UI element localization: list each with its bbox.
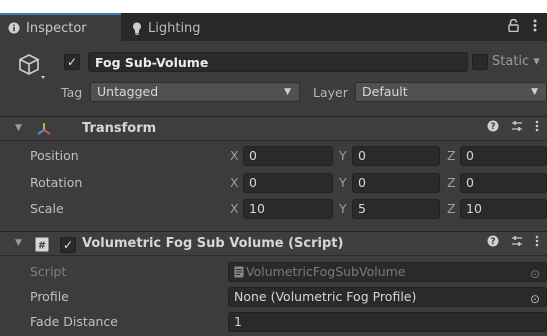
help-icon[interactable]: ? <box>487 235 499 250</box>
position-y-field[interactable]: 0 <box>352 146 440 166</box>
axis-x-label[interactable]: X <box>230 175 239 190</box>
inspector-panel: ✓ Fog Sub-Volume Static ▾ Tag Untagged ▼… <box>0 41 547 336</box>
script-component-header[interactable]: ▼ # ✓ Volumetric Fog Sub Volume (Script)… <box>0 231 547 256</box>
position-z-field[interactable]: 0 <box>460 146 547 166</box>
position-x-field[interactable]: 0 <box>243 146 333 166</box>
fade-distance-label: Fade Distance <box>30 314 118 329</box>
tab-inspector[interactable]: Inspector <box>0 13 121 41</box>
axis-y-label[interactable]: Y <box>339 175 347 190</box>
tab-inspector-label: Inspector <box>26 20 87 36</box>
scale-row: Scale X 10 Y 5 Z 10 <box>0 197 547 221</box>
foldout-arrow-icon[interactable]: ▼ <box>15 123 22 133</box>
tab-bar: Inspector Lighting <box>0 13 547 41</box>
static-dropdown[interactable]: Static ▾ <box>492 54 540 69</box>
tag-label: Tag <box>61 85 83 100</box>
script-file-icon: # <box>35 237 49 255</box>
layer-value: Default <box>362 84 408 99</box>
layer-dropdown[interactable]: Default ▼ <box>355 82 547 102</box>
script-label: Script <box>30 264 67 279</box>
transform-title: Transform <box>82 121 157 136</box>
fade-distance-field[interactable]: 1 <box>228 312 547 332</box>
chevron-down-icon: ▼ <box>284 87 291 97</box>
scale-y-field[interactable]: 5 <box>352 199 440 219</box>
chevron-down-icon: ▼ <box>531 87 538 97</box>
object-picker-icon[interactable]: ⊙ <box>530 265 540 283</box>
script-row: Script VolumetricFogSubVolume ⊙ <box>0 260 547 284</box>
static-label: Static <box>492 54 530 69</box>
transform-header[interactable]: ▼ Transform ? <box>0 116 547 141</box>
svg-text:?: ? <box>490 122 495 132</box>
tag-value: Untagged <box>97 84 159 99</box>
profile-object-field[interactable]: None (Volumetric Fog Profile) ⊙ <box>228 287 547 307</box>
help-icon[interactable]: ? <box>487 120 499 135</box>
axis-z-label[interactable]: Z <box>447 148 456 163</box>
gameobject-name-input[interactable]: Fog Sub-Volume <box>88 52 468 72</box>
rotation-label: Rotation <box>30 175 83 190</box>
component-enabled-checkbox[interactable]: ✓ <box>60 237 76 253</box>
info-icon <box>8 22 20 34</box>
script-value: VolumetricFogSubVolume <box>246 264 406 279</box>
gameobject-header: ✓ Fog Sub-Volume Static ▾ Tag Untagged ▼… <box>0 41 547 116</box>
script-object-field[interactable]: VolumetricFogSubVolume ⊙ <box>228 262 547 282</box>
svg-text:?: ? <box>490 237 495 247</box>
object-picker-icon[interactable]: ⊙ <box>530 290 540 308</box>
axis-x-label[interactable]: X <box>230 148 239 163</box>
profile-row: Profile None (Volumetric Fog Profile) ⊙ <box>0 285 547 309</box>
script-component-title: Volumetric Fog Sub Volume (Script) <box>82 236 344 251</box>
rotation-row: Rotation X 0 Y 0 Z 0 <box>0 171 547 195</box>
gameobject-cube-icon[interactable] <box>17 52 47 83</box>
scale-label: Scale <box>30 201 64 216</box>
profile-label: Profile <box>30 289 69 304</box>
scale-x-field[interactable]: 10 <box>243 199 333 219</box>
position-row: Position X 0 Y 0 Z 0 <box>0 144 547 168</box>
profile-value: None (Volumetric Fog Profile) <box>234 289 417 304</box>
rotation-y-field[interactable]: 0 <box>352 173 440 193</box>
axis-x-label[interactable]: X <box>230 201 239 216</box>
static-checkbox[interactable] <box>472 54 488 70</box>
rotation-x-field[interactable]: 0 <box>243 173 333 193</box>
rotation-z-field[interactable]: 0 <box>460 173 547 193</box>
position-label: Position <box>30 148 79 163</box>
layer-label: Layer <box>313 85 348 100</box>
axis-z-label[interactable]: Z <box>447 201 456 216</box>
foldout-arrow-icon[interactable]: ▼ <box>15 238 22 248</box>
svg-text:#: # <box>38 241 46 252</box>
scale-z-field[interactable]: 10 <box>460 199 547 219</box>
tab-bar-controls <box>508 13 537 41</box>
kebab-menu-icon[interactable] <box>533 19 537 36</box>
preset-sliders-icon[interactable] <box>511 235 523 250</box>
axis-y-label[interactable]: Y <box>339 148 347 163</box>
axis-z-label[interactable]: Z <box>447 175 456 190</box>
preset-sliders-icon[interactable] <box>511 120 523 135</box>
kebab-menu-icon[interactable] <box>535 235 539 250</box>
script-asset-icon <box>234 265 244 283</box>
window-top-strip <box>0 0 547 13</box>
transform-icon <box>36 121 52 140</box>
transform-header-icons: ? <box>487 120 539 135</box>
tab-lighting[interactable]: Lighting <box>124 15 242 41</box>
axis-y-label[interactable]: Y <box>339 201 347 216</box>
tag-dropdown[interactable]: Untagged ▼ <box>90 82 300 102</box>
lightbulb-icon <box>132 22 142 35</box>
inspector-window: Inspector Lighting ✓ Fog Sub-Volume Stat… <box>0 0 547 336</box>
active-checkbox[interactable]: ✓ <box>64 54 80 70</box>
kebab-menu-icon[interactable] <box>535 120 539 135</box>
tab-lighting-label: Lighting <box>148 20 201 36</box>
fade-distance-row: Fade Distance 1 <box>0 310 547 334</box>
script-header-icons: ? <box>487 235 539 250</box>
lock-icon[interactable] <box>508 18 519 36</box>
